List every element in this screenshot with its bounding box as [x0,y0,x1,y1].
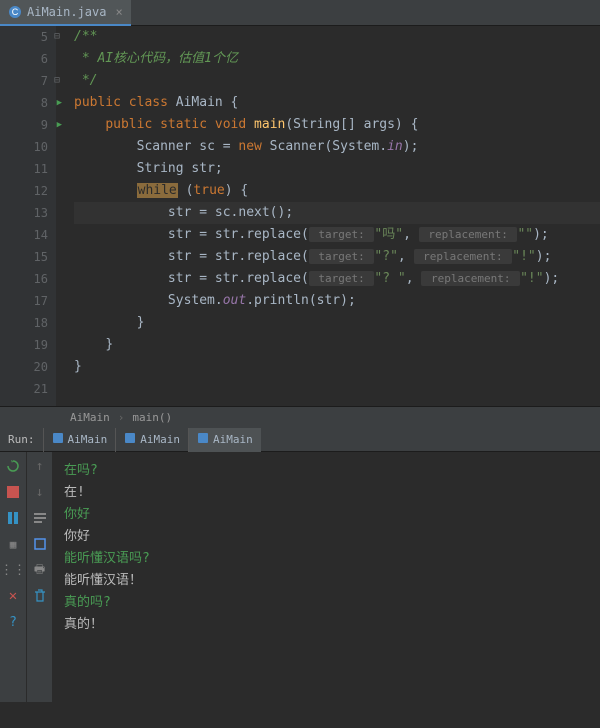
close-icon[interactable]: ✕ [5,588,21,604]
console-output[interactable]: 在吗? 在! 你好 你好 能听懂汉语吗? 能听懂汉语！ 真的吗? 真的！ [52,452,600,702]
app-icon [197,432,209,447]
close-icon[interactable]: × [115,5,122,19]
console-output-line: 你好 [64,526,588,548]
java-class-icon: C [8,5,22,19]
app-icon [124,432,136,447]
console-input-line: 你好 [64,504,588,526]
run-gutter-icon[interactable]: ▶ [57,92,62,114]
run-toolbar-primary: ▦ ⋮⋮ ✕ ? [0,452,26,702]
run-toolbar-secondary: ↑ ↓ 🖶 [26,452,52,702]
dump-icon[interactable]: ▦ [5,536,21,552]
run-gutter-icon[interactable]: ▶ [57,114,62,136]
breadcrumb: AiMain › main() [0,406,600,428]
file-tab[interactable]: C AiMain.java × [0,0,131,26]
fold-icon[interactable]: ⊟ [54,70,60,92]
app-icon [52,432,64,447]
console-input-line: 真的吗? [64,592,588,614]
run-tab-active[interactable]: AiMain [188,428,261,452]
run-tab[interactable]: AiMain [115,428,188,452]
tab-filename: AiMain.java [27,5,106,19]
chevron-right-icon: › [118,411,125,424]
pause-icon[interactable] [5,510,21,526]
down-icon[interactable]: ↓ [32,484,48,500]
code-editor[interactable]: 5⊟ 6 7⊟ 8▶ 9▶ 10 11 12 13 14 15 16 17 18… [0,26,600,406]
run-panel: Run: AiMain AiMain AiMain ▦ ⋮⋮ ✕ ? ↑ ↓ [0,428,600,702]
console-output-line: 在! [64,482,588,504]
svg-text:C: C [12,7,19,17]
print-icon[interactable]: 🖶 [32,562,48,578]
stop-icon[interactable] [5,484,21,500]
breadcrumb-class[interactable]: AiMain [70,411,110,424]
breadcrumb-method[interactable]: main() [132,411,172,424]
trash-icon[interactable] [32,588,48,604]
editor-tab-bar: C AiMain.java × [0,0,600,26]
fold-icon[interactable]: ⊟ [54,26,60,48]
run-header: Run: AiMain AiMain AiMain [0,428,600,452]
code-area[interactable]: /** * AI核心代码，估值1个亿 */ public class AiMai… [56,26,600,406]
console-input-line: 在吗? [64,460,588,482]
run-label: Run: [0,433,43,446]
help-icon[interactable]: ? [5,614,21,630]
console-input-line: 能听懂汉语吗? [64,548,588,570]
console-output-line: 真的！ [64,614,588,636]
rerun-icon[interactable] [5,458,21,474]
scroll-icon[interactable] [32,536,48,552]
console-output-line: 能听懂汉语！ [64,570,588,592]
run-tab[interactable]: AiMain [43,428,116,452]
layout-icon[interactable]: ⋮⋮ [5,562,21,578]
line-gutter: 5⊟ 6 7⊟ 8▶ 9▶ 10 11 12 13 14 15 16 17 18… [0,26,56,406]
wrap-icon[interactable] [32,510,48,526]
up-icon[interactable]: ↑ [32,458,48,474]
